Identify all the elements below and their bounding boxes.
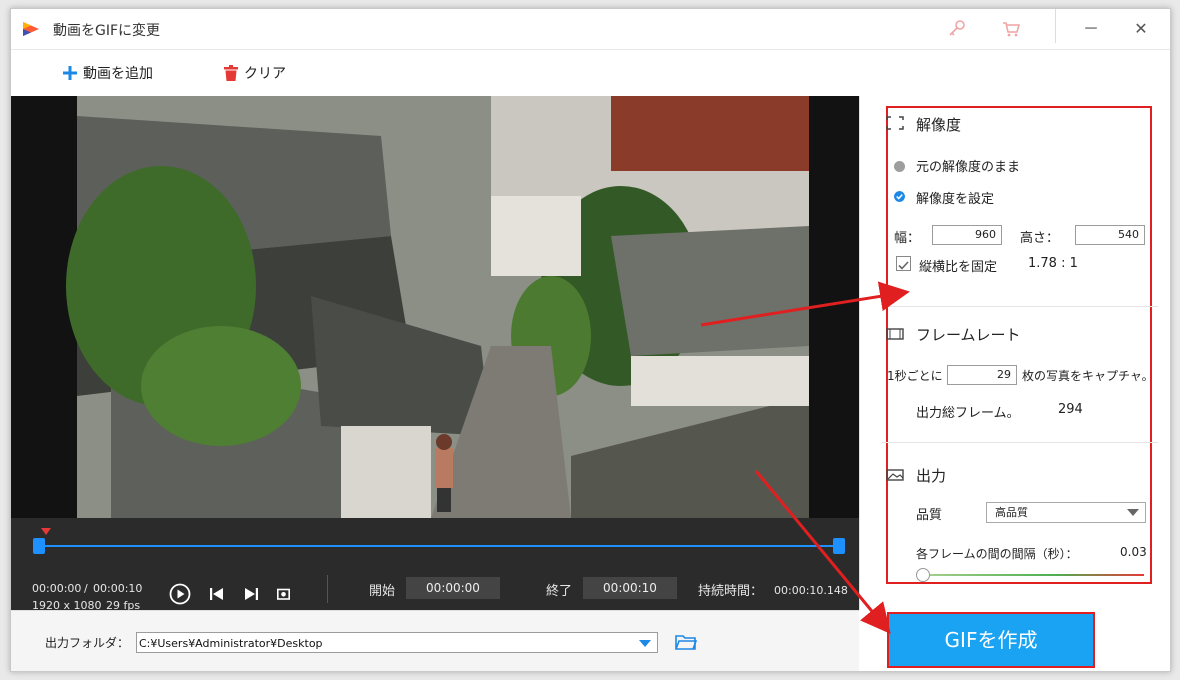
- settings-panel: 解像度 元の解像度のまま 解像度を設定 幅： 960 高さ： 540 縦横比を固…: [859, 96, 1170, 610]
- folder-icon[interactable]: [675, 634, 697, 650]
- height-input[interactable]: 540: [1075, 225, 1145, 245]
- cart-icon[interactable]: [1001, 19, 1021, 39]
- lock-ratio-checkbox[interactable]: [896, 256, 911, 271]
- playback-controls: 00:00:00 / 00:00:10 1920 x 1080 29 fps 開…: [11, 518, 859, 612]
- checkmark-icon: [898, 261, 909, 270]
- width-input[interactable]: 960: [932, 225, 1002, 245]
- output-bar: 出力フォルダ： C:¥Users¥Administrator¥Desktop: [11, 610, 859, 671]
- total-frames-value: 294: [1058, 402, 1083, 417]
- width-label: 幅：: [894, 231, 921, 246]
- set-resolution-label[interactable]: 解像度を設定: [916, 188, 994, 207]
- resolution-icon: [886, 116, 904, 130]
- capture-label: 枚の写真をキャプチャ。: [1022, 369, 1154, 383]
- play-icon[interactable]: [169, 583, 191, 605]
- time-separator: /: [84, 582, 88, 595]
- start-time-input[interactable]: 00:00:00: [406, 577, 500, 599]
- framerate-header: フレームレート: [916, 326, 1021, 344]
- titlebar-divider: [1055, 9, 1056, 43]
- end-time-input[interactable]: 00:00:10: [583, 577, 677, 599]
- add-video-label: 動画を追加: [83, 66, 153, 82]
- interval-slider[interactable]: [922, 574, 1144, 576]
- app-window: 動画をGIFに変更 － ✕ 動画を追加 クリア 00:00:00 / 00:00…: [10, 8, 1171, 672]
- next-frame-icon[interactable]: [245, 588, 258, 600]
- set-resolution-radio[interactable]: [894, 191, 905, 202]
- chevron-down-icon[interactable]: [1127, 509, 1139, 516]
- end-label: 終了: [546, 584, 573, 599]
- ratio-value: 1.78 : 1: [1028, 256, 1078, 271]
- video-preview: [11, 96, 859, 518]
- close-button[interactable]: ✕: [1121, 17, 1161, 41]
- timeline-start-handle[interactable]: [33, 538, 45, 554]
- duration-value: 00:00:10.148: [774, 584, 848, 597]
- output-header: 出力: [916, 467, 947, 485]
- clear-button[interactable]: クリア: [224, 63, 286, 83]
- section-divider: [882, 442, 1158, 443]
- previous-frame-icon[interactable]: [210, 588, 223, 600]
- lock-ratio-label[interactable]: 縦横比を固定: [919, 256, 997, 275]
- interval-value: 0.03: [1120, 545, 1147, 559]
- output-image-icon: [886, 469, 904, 481]
- app-logo-icon: [23, 22, 39, 36]
- make-gif-button[interactable]: GIFを作成: [887, 612, 1095, 668]
- video-frame-image: [11, 96, 859, 518]
- quality-value: 高品質: [995, 506, 1028, 519]
- dropdown-arrow-icon[interactable]: [639, 640, 651, 647]
- output-folder-path: C:¥Users¥Administrator¥Desktop: [139, 637, 323, 650]
- height-label: 高さ：: [1020, 231, 1060, 246]
- playhead-marker[interactable]: [41, 528, 51, 535]
- film-icon: [886, 328, 904, 340]
- quality-label: 品質: [916, 508, 943, 523]
- clear-label: クリア: [244, 66, 286, 82]
- title-bar: 動画をGIFに変更 － ✕: [11, 9, 1170, 50]
- keep-original-radio[interactable]: [894, 161, 905, 172]
- total-time: 00:00:10: [93, 582, 143, 595]
- section-divider: [882, 306, 1158, 307]
- minimize-button[interactable]: －: [1071, 17, 1111, 41]
- add-video-button[interactable]: 動画を追加: [63, 63, 153, 83]
- toolbar: 動画を追加 クリア: [11, 50, 1170, 97]
- timeline-end-handle[interactable]: [833, 538, 845, 554]
- controls-divider: [327, 575, 328, 603]
- trash-icon: [224, 65, 238, 81]
- total-frames-label: 出力総フレーム。: [916, 406, 1020, 421]
- keep-original-label[interactable]: 元の解像度のまま: [916, 156, 1020, 175]
- plus-icon: [63, 66, 77, 80]
- per-second-label: 1秒ごとに: [887, 369, 943, 383]
- timeline-bar[interactable]: [39, 545, 834, 547]
- resolution-header: 解像度: [916, 116, 962, 134]
- key-icon[interactable]: [947, 19, 967, 39]
- output-folder-label: 出力フォルダ：: [45, 636, 130, 650]
- window-title: 動画をGIFに変更: [53, 23, 161, 39]
- interval-slider-handle[interactable]: [916, 568, 930, 582]
- output-folder-input[interactable]: C:¥Users¥Administrator¥Desktop: [136, 632, 658, 653]
- current-time: 00:00:00: [32, 582, 82, 595]
- start-label: 開始: [369, 584, 396, 599]
- snapshot-icon[interactable]: [277, 588, 290, 600]
- interval-label: 各フレームの間の間隔（秒）：: [916, 547, 1078, 561]
- fps-input[interactable]: 29: [947, 365, 1017, 385]
- duration-label: 持続時間：: [698, 584, 764, 599]
- quality-select[interactable]: 高品質: [986, 502, 1146, 523]
